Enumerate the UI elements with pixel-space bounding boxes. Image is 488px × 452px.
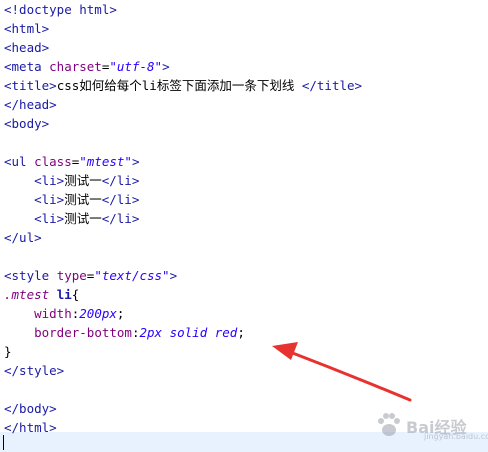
code-line-11: <li>测试一</li>	[4, 190, 139, 209]
code-line-12: <li>测试一</li>	[4, 209, 139, 228]
width-value-token: 200px	[79, 306, 117, 321]
li-text-token: 测试一	[64, 173, 102, 188]
code-line-13: </ul>	[4, 228, 42, 247]
code-line-22: </body>	[4, 399, 57, 418]
li-text-token: 测试一	[64, 211, 102, 226]
text-caret	[3, 435, 4, 450]
li-close-token: </li>	[101, 211, 140, 226]
code-line-7: <body>	[4, 114, 49, 133]
style-close-token: </style>	[4, 363, 65, 378]
class-attr-token: class	[34, 154, 72, 169]
style-tag-token: <style	[4, 268, 57, 283]
doctype-token: <!doctype html>	[4, 2, 117, 17]
code-line-1: <!doctype html>	[4, 0, 117, 19]
code-line-9: <ul class="mtest">	[4, 152, 140, 171]
charset-attr-token: charset	[49, 59, 102, 74]
head-close-token: </head>	[4, 97, 57, 112]
code-line-16: .mtest li{	[4, 285, 79, 304]
tag-selector-token: li	[56, 287, 72, 302]
li-close-token: </li>	[101, 173, 140, 188]
body-close-token: </body>	[4, 401, 57, 416]
paw-logo-icon	[378, 413, 400, 436]
code-line-19: }	[4, 342, 12, 361]
class-selector-token: .mtest	[4, 287, 50, 302]
watermark-url: jingyan.baidu.com	[424, 432, 488, 441]
title-close-token: </title>	[301, 78, 363, 93]
class-value-token: "mtest"	[79, 154, 132, 169]
code-line-15: <style type="text/css">	[4, 266, 177, 285]
code-line-17: width:200px;	[4, 304, 124, 323]
charset-value-token: "utf-8"	[109, 59, 163, 74]
border-value-token: 2px solid red	[139, 325, 238, 340]
li-open-token: <li>	[34, 192, 65, 207]
li-open-token: <li>	[34, 211, 65, 226]
type-attr-token: type	[56, 268, 87, 283]
li-close-token: </li>	[101, 192, 140, 207]
code-line-18: border-bottom:2px solid red;	[4, 323, 245, 342]
close-brace-token: }	[4, 344, 12, 359]
title-text-token: css如何给每个li标签下面添加一条下划线	[56, 78, 302, 93]
style-end-token: >	[169, 268, 178, 283]
semicolon-token: ;	[116, 306, 125, 321]
meta-end-token: >	[162, 59, 170, 74]
open-brace-token: {	[71, 287, 80, 302]
code-line-20: </style>	[4, 361, 64, 380]
meta-tag-token: <meta	[4, 59, 50, 74]
html-open-token: <html>	[4, 21, 50, 36]
code-line-23: </html>	[4, 418, 57, 437]
body-open-token: <body>	[4, 116, 50, 131]
ul-end-token: >	[131, 154, 140, 169]
head-open-token: <head>	[4, 40, 50, 55]
code-line-10: <li>测试一</li>	[4, 171, 139, 190]
li-text-token: 测试一	[64, 192, 102, 207]
border-bottom-prop-token: border-bottom	[34, 325, 132, 340]
title-open-token: <title>	[4, 78, 57, 93]
code-line-5: <title>css如何给每个li标签下面添加一条下划线 </title>	[4, 76, 362, 95]
watermark: Bai经验 jingyan.baidu.com	[372, 404, 488, 444]
semicolon-token: ;	[237, 325, 245, 340]
code-editor[interactable]: <!doctype html> <html> <head> <meta char…	[0, 0, 488, 452]
ul-close-token: </ul>	[4, 230, 42, 245]
code-line-2: <html>	[4, 19, 49, 38]
li-open-token: <li>	[34, 173, 65, 188]
code-line-4: <meta charset="utf-8">	[4, 57, 170, 76]
code-line-3: <head>	[4, 38, 49, 57]
type-value-token: "text/css"	[94, 268, 170, 283]
ul-tag-token: <ul	[4, 154, 35, 169]
code-line-6: </head>	[4, 95, 57, 114]
html-close-token: </html>	[4, 420, 57, 435]
width-prop-token: width	[34, 306, 72, 321]
